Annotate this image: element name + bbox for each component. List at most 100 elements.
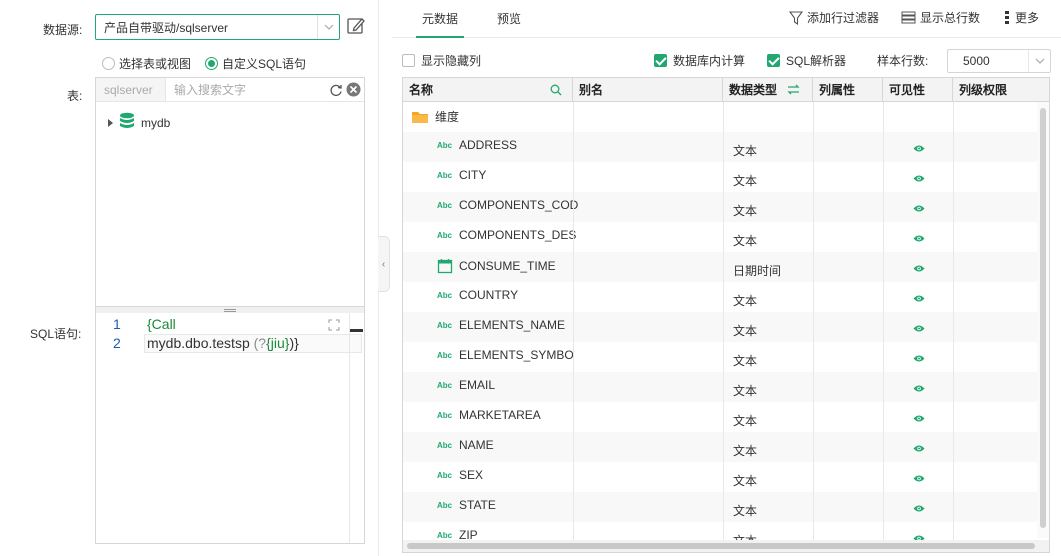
table-row[interactable]: Abc NAME 文本 (403, 432, 1039, 462)
field-name-cell: Abc COMPONENTS_COD (437, 198, 601, 212)
data-type-cell[interactable]: 文本 (733, 472, 757, 489)
radio-custom-sql[interactable] (205, 57, 219, 70)
data-type-cell[interactable]: 文本 (733, 202, 757, 219)
eye-icon[interactable] (913, 292, 925, 302)
col-header-alias[interactable]: 别名 (573, 78, 723, 102)
table-row[interactable]: Abc MARKETAREA 文本 (403, 402, 1039, 432)
table-row[interactable]: Abc CITY 文本 (403, 162, 1039, 192)
eye-icon[interactable] (913, 262, 925, 272)
table-row[interactable]: Abc STATE 文本 (403, 492, 1039, 522)
eye-icon[interactable] (913, 382, 925, 392)
col-header-attr[interactable]: 列属性 (813, 78, 883, 102)
grid-vertical-scrollbar[interactable] (1037, 102, 1049, 538)
sql-editor[interactable]: 1 {Call 2 mydb.dbo.testsp (?{jiu})} (95, 313, 365, 544)
field-name-cell: Abc ELEMENTS_SYMBO (437, 348, 601, 362)
table-row[interactable]: Abc COMPONENTS_COD 文本 (403, 192, 1039, 222)
table-row[interactable]: Abc ADDRESS 文本 (403, 132, 1039, 162)
eye-icon[interactable] (913, 202, 925, 212)
datasource-panel: 数据源: 产品自带驱动/sqlserver 选择表或视图 自定义SQL语句 表:… (0, 0, 378, 556)
data-type-cell[interactable]: 文本 (733, 142, 757, 159)
data-type-cell[interactable]: 文本 (733, 292, 757, 309)
field-name-cell: Abc CITY (437, 168, 601, 182)
eye-icon[interactable] (913, 502, 925, 512)
tab-metadata[interactable]: 元数据 (415, 10, 465, 38)
sql-code-line[interactable]: mydb.dbo.testsp (?{jiu})} (147, 335, 299, 351)
fullscreen-icon[interactable] (328, 319, 340, 331)
radio-table-view-label[interactable]: 选择表或视图 (119, 55, 191, 72)
col-header-type[interactable]: 数据类型 (723, 78, 813, 102)
data-type-cell[interactable]: 文本 (733, 442, 757, 459)
clear-icon[interactable] (346, 81, 361, 99)
col-header-permission[interactable]: 列级权限 (953, 78, 1049, 102)
edit-icon[interactable] (346, 16, 366, 36)
table-row[interactable]: Abc ELEMENTS_SYMBO 文本 (403, 342, 1039, 372)
line-number: 1 (113, 316, 121, 332)
chevron-down-icon[interactable] (317, 15, 339, 39)
table-row[interactable]: CONSUME_TIME 日期时间 (403, 252, 1039, 282)
field-name-cell: Abc ELEMENTS_NAME (437, 318, 601, 332)
schema-field[interactable]: sqlserver (96, 78, 166, 101)
tree-node-mydb[interactable]: mydb (108, 112, 170, 133)
eye-icon[interactable] (913, 352, 925, 362)
sql-parser-option[interactable]: SQL解析器 (767, 52, 846, 69)
field-name-cell: Abc MARKETAREA (437, 408, 601, 422)
table-search-input[interactable] (166, 82, 329, 97)
radio-table-view[interactable] (102, 57, 115, 70)
group-label: 维度 (435, 110, 460, 124)
show-total-rows-label: 显示总行数 (920, 11, 981, 25)
data-type-cell[interactable]: 文本 (733, 172, 757, 189)
table-row[interactable]: Abc ELEMENTS_NAME 文本 (403, 312, 1039, 342)
data-type-cell[interactable]: 文本 (733, 412, 757, 429)
table-row[interactable]: Abc SEX 文本 (403, 462, 1039, 492)
eye-icon[interactable] (913, 322, 925, 332)
col-header-visibility[interactable]: 可见性 (883, 78, 953, 102)
calendar-icon (437, 259, 453, 274)
rows-icon (901, 11, 916, 24)
sql-scrollbar[interactable] (349, 313, 363, 543)
eye-icon[interactable] (913, 172, 925, 182)
table-row[interactable]: Abc COUNTRY 文本 (403, 282, 1039, 312)
sql-code-line[interactable]: {Call (147, 316, 176, 332)
field-name: ADDRESS (459, 138, 518, 152)
eye-icon[interactable] (913, 232, 925, 242)
show-total-rows-button[interactable]: 显示总行数 (901, 9, 980, 26)
eye-icon[interactable] (913, 412, 925, 422)
show-hidden-option[interactable]: 显示隐藏列 (402, 52, 481, 69)
collapse-handle[interactable]: ‹ (378, 236, 390, 292)
col-header-name[interactable]: 名称 (403, 78, 573, 102)
table-row[interactable]: Abc EMAIL 文本 (403, 372, 1039, 402)
datasource-select[interactable]: 产品自带驱动/sqlserver (95, 14, 340, 40)
data-type-cell[interactable]: 文本 (733, 382, 757, 399)
refresh-icon[interactable] (329, 81, 343, 99)
data-type-cell[interactable]: 日期时间 (733, 262, 781, 279)
eye-icon[interactable] (913, 142, 925, 152)
query-mode-group: 选择表或视图 自定义SQL语句 (102, 55, 316, 72)
data-type-cell[interactable]: 文本 (733, 502, 757, 519)
group-row[interactable]: 维度 (403, 102, 1039, 132)
eye-icon[interactable] (913, 472, 925, 482)
eye-icon[interactable] (913, 442, 925, 452)
expand-caret-icon[interactable] (108, 118, 113, 127)
more-icon (1005, 11, 1009, 24)
more-button[interactable]: 更多 (1003, 9, 1039, 26)
field-name: ELEMENTS_NAME (459, 318, 566, 332)
tree-node-label: mydb (141, 115, 171, 130)
table-row[interactable]: Abc COMPONENTS_DES 文本 (403, 222, 1039, 252)
db-compute-option[interactable]: 数据库内计算 (654, 52, 745, 69)
sql-parser-checkbox[interactable] (767, 54, 780, 67)
data-type-cell[interactable]: 文本 (733, 232, 757, 249)
sample-rows-select[interactable]: 5000 (947, 49, 1051, 73)
tab-preview[interactable]: 预览 (497, 10, 521, 27)
grid-horizontal-scrollbar[interactable] (403, 540, 1049, 552)
db-compute-checkbox[interactable] (654, 54, 667, 67)
field-name: COMPONENTS_DES (459, 228, 577, 242)
data-type-cell[interactable]: 文本 (733, 352, 757, 369)
show-hidden-checkbox[interactable] (402, 54, 415, 67)
data-type-cell[interactable]: 文本 (733, 322, 757, 339)
radio-custom-sql-label[interactable]: 自定义SQL语句 (222, 55, 306, 72)
show-hidden-label: 显示隐藏列 (421, 54, 482, 68)
add-row-filter-button[interactable]: 添加行过滤器 (789, 9, 879, 26)
field-name-cell: Abc NAME (437, 438, 601, 452)
text-icon: Abc (437, 170, 453, 180)
chevron-down-icon[interactable] (1028, 50, 1050, 72)
